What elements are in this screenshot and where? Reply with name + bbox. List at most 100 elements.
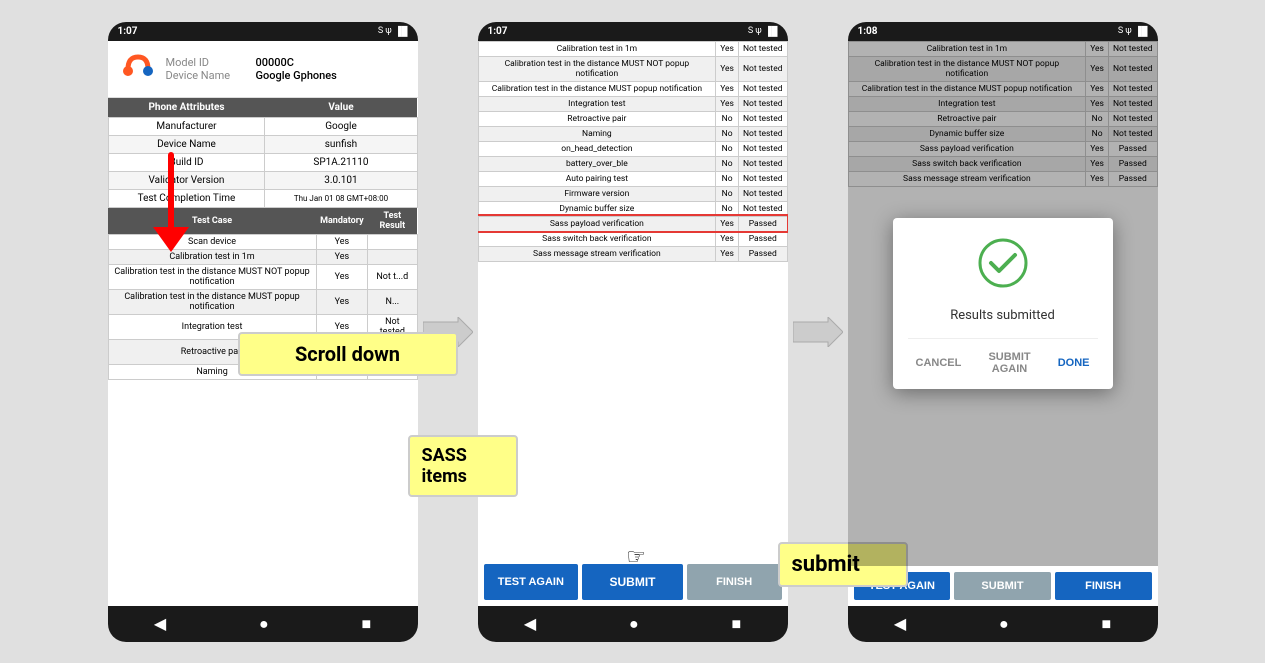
case-cell: Calibration test in 1m: [478, 41, 716, 56]
table-row: Manufacturer Google: [108, 117, 417, 135]
home-button-2[interactable]: ●: [629, 614, 639, 634]
result-cell: [368, 249, 417, 264]
back-button-2[interactable]: ◀: [524, 614, 536, 633]
time-3: 1:08: [858, 26, 878, 37]
table-row: battery_over_ble No Not tested: [478, 156, 787, 171]
table-row: Test Completion Time Thu Jan 01 08 GMT+0…: [108, 189, 417, 207]
result-cell: Not tested: [738, 141, 787, 156]
case-cell: Firmware version: [478, 186, 716, 201]
mandatory-cell: Yes: [316, 234, 368, 249]
back-button-1[interactable]: ◀: [154, 614, 166, 633]
device-name-value: Google Gphones: [256, 69, 337, 82]
home-button-1[interactable]: ●: [259, 614, 269, 634]
mandatory-cell: No: [716, 141, 739, 156]
status-icons-3: S ψ ▐█: [1118, 26, 1148, 37]
status-bar-2: 1:07 S ψ ▐█: [478, 22, 788, 41]
mandatory-cell: Yes: [716, 216, 739, 231]
case-cell: Calibration test in 1m: [108, 249, 316, 264]
results-dialog: Results submitted CANCEL SUBMIT AGAIN DO…: [893, 218, 1113, 389]
mandatory-cell: No: [716, 156, 739, 171]
sass-annotation-text: SASS items: [422, 445, 467, 487]
table-row: Sass payload verification Yes Passed: [478, 216, 787, 231]
mandatory-cell: No: [716, 186, 739, 201]
done-button[interactable]: DONE: [1050, 347, 1098, 379]
test-again-button-2[interactable]: TEST AGAIN: [484, 564, 579, 600]
case-cell: Sass switch back verification: [478, 231, 716, 246]
result-cell: Not tested: [738, 171, 787, 186]
battery-icon-1: ▐█: [395, 26, 408, 37]
table-row: Integration test Yes Not tested: [478, 96, 787, 111]
table-row: Validator Version 3.0.101: [108, 171, 417, 189]
model-id-label: Model ID: [166, 56, 241, 69]
device-name-row: Device Name Google Gphones: [166, 69, 337, 82]
result-cell: Passed: [738, 246, 787, 261]
recent-button-1[interactable]: ■: [361, 614, 371, 634]
signal-icon-2: S ψ: [748, 26, 762, 36]
table-row: on_head_detection No Not tested: [478, 141, 787, 156]
table-row: Naming No Not tested: [478, 126, 787, 141]
status-bar-3: 1:08 S ψ ▐█: [848, 22, 1158, 41]
value-cell: sunfish: [265, 135, 417, 153]
result-cell: Not tested: [738, 126, 787, 141]
result-cell: Not t...d: [368, 264, 417, 289]
back-button-3[interactable]: ◀: [894, 614, 906, 633]
scroll-annotation-text: Scroll down: [295, 342, 400, 366]
case-cell: battery_over_ble: [478, 156, 716, 171]
test-cases-table-2: Calibration test in 1m Yes Not tested Ca…: [478, 41, 788, 262]
table-row: Auto pairing test No Not tested: [478, 171, 787, 186]
phone-attrs-body: Manufacturer Google Device Name sunfish …: [108, 117, 417, 207]
case-cell: Calibration test in the distance MUST po…: [478, 81, 716, 96]
case-cell: Calibration test in the distance MUST NO…: [108, 264, 316, 289]
table-row: Build ID SP1A.21110: [108, 153, 417, 171]
case-cell: Sass message stream verification: [478, 246, 716, 261]
result-cell: Passed: [738, 231, 787, 246]
scroll-arrow-down: [153, 227, 189, 252]
finish-button-2[interactable]: FINISH: [687, 564, 782, 600]
attr-cell: Test Completion Time: [108, 189, 265, 207]
mandatory-col: Mandatory: [316, 208, 368, 235]
recent-button-2[interactable]: ■: [731, 614, 741, 634]
recent-button-3[interactable]: ■: [1101, 614, 1111, 634]
case-cell: Sass payload verification: [478, 216, 716, 231]
scroll-line: [168, 152, 174, 232]
cancel-dialog-button[interactable]: CANCEL: [908, 347, 970, 379]
mandatory-cell: Yes: [716, 96, 739, 111]
mandatory-cell: Yes: [716, 41, 739, 56]
screen2-container: 1:07 S ψ ▐█ Calibration test in 1m Yes N…: [478, 22, 788, 642]
finish-button-3[interactable]: FINISH: [1055, 572, 1152, 600]
dialog-button-row: CANCEL SUBMIT AGAIN DONE: [908, 338, 1098, 379]
model-id-row: Model ID 00000C: [166, 56, 337, 69]
status-bar-1: 1:07 S ψ ▐█: [108, 22, 418, 41]
result-cell: N...: [368, 289, 417, 314]
result-cell: [368, 234, 417, 249]
table-row: Calibration test in the distance MUST NO…: [478, 56, 787, 81]
table-row: Calibration test in the distance MUST po…: [478, 81, 787, 96]
phone-screen-3: 1:08 S ψ ▐█ Calibration test in 1m Yes N…: [848, 22, 1158, 642]
screen2-content: Calibration test in 1m Yes Not tested Ca…: [478, 41, 788, 558]
results-submitted-text: Results submitted: [908, 308, 1098, 323]
bottom-nav-3: ◀ ● ■: [848, 606, 1158, 642]
home-button-3[interactable]: ●: [999, 614, 1009, 634]
mandatory-cell: No: [716, 126, 739, 141]
table-row: Calibration test in 1m Yes Not tested: [478, 41, 787, 56]
value-col-header: Value: [265, 98, 417, 118]
screen3-main: Calibration test in 1m Yes Not tested Ca…: [848, 41, 1158, 566]
result-col: Test Result: [368, 208, 417, 235]
arrow-2: [788, 317, 848, 347]
value-cell: 3.0.101: [265, 171, 417, 189]
attr-cell: Build ID: [108, 153, 265, 171]
success-check-icon: [908, 238, 1098, 298]
scroll-annotation: Scroll down: [238, 332, 458, 376]
value-cell: SP1A.21110: [265, 153, 417, 171]
status-icons-2: S ψ ▐█: [748, 26, 778, 37]
case-cell: Retroactive pair: [478, 111, 716, 126]
mandatory-cell: Yes: [316, 289, 368, 314]
submit-button-3[interactable]: SUBMIT: [954, 572, 1051, 600]
model-header-1: Model ID 00000C Device Name Google Gphon…: [108, 41, 418, 98]
signal-icon-3: S ψ: [1118, 26, 1132, 36]
case-cell: Dynamic buffer size: [478, 201, 716, 216]
case-cell: Naming: [478, 126, 716, 141]
time-1: 1:07: [118, 26, 138, 37]
signal-icon-1: S ψ: [378, 26, 392, 36]
submit-again-button[interactable]: SUBMIT AGAIN: [979, 347, 1039, 379]
